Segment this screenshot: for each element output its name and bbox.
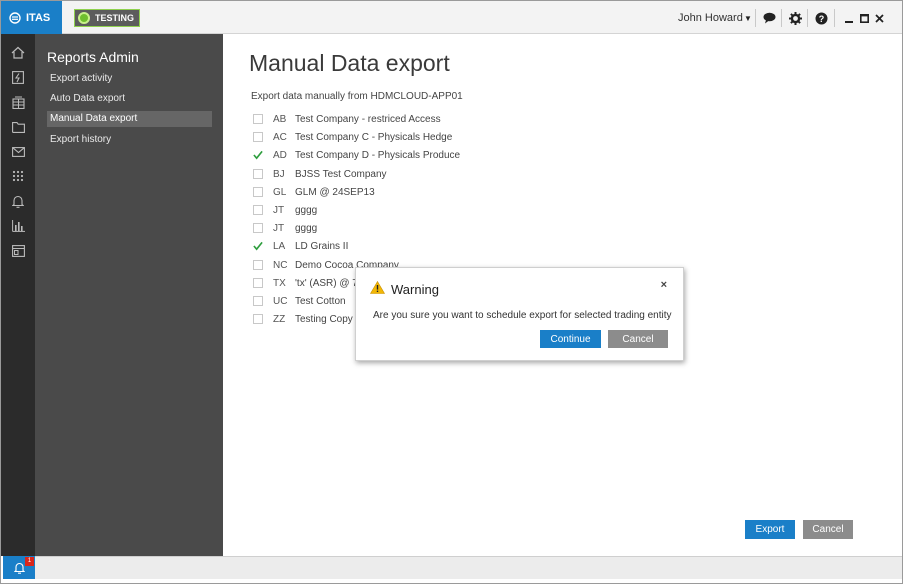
user-menu-caret-icon[interactable]: ▼	[740, 10, 756, 26]
entity-checkbox[interactable]	[253, 314, 263, 324]
warning-icon	[369, 280, 386, 297]
entity-name: Test Company - restriced Access	[295, 113, 441, 125]
home-icon[interactable]	[10, 44, 26, 60]
entity-checkbox[interactable]	[253, 114, 263, 124]
itas-logo-icon	[9, 11, 21, 24]
bell-icon[interactable]	[10, 193, 26, 209]
maximize-icon[interactable]	[856, 10, 872, 26]
entity-code: GL	[273, 186, 287, 198]
entity-name: Testing Copy	[295, 313, 353, 325]
environment-status-icon	[78, 12, 90, 24]
sidebar-item-export-history[interactable]: Export history	[47, 132, 212, 148]
brand-logo[interactable]: ITAS	[1, 1, 62, 34]
sidebar-item-manual-data-export[interactable]: Manual Data export	[47, 111, 212, 127]
export-source-label: Export data manually from HDMCLOUD-APP01	[251, 91, 463, 102]
help-icon[interactable]: ?	[813, 10, 829, 26]
entity-checkbox[interactable]	[253, 296, 263, 306]
settings-gear-icon[interactable]	[787, 10, 803, 26]
entity-code: JT	[273, 222, 285, 234]
bell-icon	[14, 562, 25, 574]
entity-row[interactable]: ZZ Testing Copy	[253, 311, 353, 327]
entity-checkbox[interactable]	[253, 278, 263, 288]
entity-row[interactable]: BJ BJSS Test Company	[253, 166, 387, 182]
svg-text:?: ?	[818, 14, 824, 24]
dialog-cancel-button[interactable]: Cancel	[608, 330, 668, 348]
dashboard-icon[interactable]	[10, 243, 26, 259]
checkmark-icon[interactable]	[253, 150, 263, 160]
sidebar-item-export-activity[interactable]: Export activity	[47, 71, 212, 87]
notification-count-badge: 1	[25, 557, 34, 566]
environment-badge: TESTING	[74, 9, 140, 27]
entity-code: TX	[273, 277, 286, 289]
entity-checkbox[interactable]	[253, 223, 263, 233]
entity-row[interactable]: UC Test Cotton	[253, 293, 346, 309]
cancel-button[interactable]: Cancel	[803, 520, 853, 539]
entity-code: ZZ	[273, 313, 286, 325]
sidebar: Reports Admin Export activity Auto Data …	[35, 34, 223, 556]
export-button[interactable]: Export	[745, 520, 795, 539]
entity-code: LA	[273, 240, 286, 252]
entity-name: gggg	[295, 204, 318, 216]
dialog-title: Warning	[391, 282, 439, 297]
checkmark-icon[interactable]	[253, 241, 263, 251]
mail-icon[interactable]	[10, 144, 26, 160]
separator	[781, 9, 782, 27]
bar-chart-icon[interactable]	[10, 218, 26, 234]
sidebar-title: Reports Admin	[47, 49, 139, 65]
entity-row[interactable]: AD Test Company D - Physicals Produce	[253, 147, 460, 163]
entity-row[interactable]: GL GLM @ 24SEP13	[253, 184, 375, 200]
page-title: Manual Data export	[249, 50, 450, 76]
lightning-icon[interactable]	[10, 69, 26, 85]
sidebar-item-auto-data-export[interactable]: Auto Data export	[47, 91, 212, 107]
entity-name: BJSS Test Company	[295, 168, 387, 180]
entity-name: Test Cotton	[295, 295, 346, 307]
entity-row[interactable]: JT gggg	[253, 220, 317, 236]
continue-button[interactable]: Continue	[540, 330, 601, 348]
entity-checkbox[interactable]	[253, 260, 263, 270]
entity-name: Test Company C - Physicals Hedge	[295, 131, 453, 143]
entity-checkbox[interactable]	[253, 169, 263, 179]
entity-checkbox[interactable]	[253, 187, 263, 197]
entity-code: AB	[273, 113, 287, 125]
icon-rail	[1, 34, 35, 556]
chat-icon[interactable]	[761, 10, 777, 26]
entity-row[interactable]: AB Test Company - restriced Access	[253, 111, 441, 127]
entity-code: AC	[273, 131, 287, 143]
building-icon[interactable]	[10, 94, 26, 110]
separator	[834, 9, 835, 27]
warning-dialog: Warning × Are you sure you want to sched…	[355, 267, 684, 361]
entity-name: 'tx' (ASR) @ 7j	[295, 277, 361, 289]
entity-row[interactable]: AC Test Company C - Physicals Hedge	[253, 129, 452, 145]
brand-name: ITAS	[26, 11, 51, 24]
entity-name: gggg	[295, 222, 318, 234]
entity-name: GLM @ 24SEP13	[295, 186, 375, 198]
dialog-message: Are you sure you want to schedule export…	[373, 310, 672, 321]
entity-name: LD Grains II	[295, 240, 349, 252]
entity-code: AD	[273, 149, 287, 161]
grid-apps-icon[interactable]	[10, 168, 26, 184]
entity-checkbox[interactable]	[253, 205, 263, 215]
folder-icon[interactable]	[10, 119, 26, 135]
entity-code: BJ	[273, 168, 285, 180]
entity-row[interactable]: TX 'tx' (ASR) @ 7j	[253, 275, 360, 291]
entity-row[interactable]: JT gggg	[253, 202, 317, 218]
entity-code: JT	[273, 204, 285, 216]
status-bar	[35, 556, 902, 579]
separator	[755, 9, 756, 27]
entity-name: Test Company D - Physicals Produce	[295, 149, 461, 161]
entity-row[interactable]: LA LD Grains II	[253, 238, 348, 254]
user-menu-name[interactable]: John Howard	[678, 12, 743, 24]
title-bar: ITAS TESTING John Howard ▼ ?	[1, 1, 902, 34]
environment-label: TESTING	[95, 13, 135, 23]
separator	[807, 9, 808, 27]
notifications-button[interactable]: 1	[3, 556, 36, 579]
close-icon[interactable]: ×	[661, 279, 667, 291]
entity-code: NC	[273, 259, 288, 271]
entity-code: UC	[273, 295, 288, 307]
close-window-icon[interactable]	[871, 10, 887, 26]
entity-checkbox[interactable]	[253, 132, 263, 142]
minimize-icon[interactable]	[841, 10, 857, 26]
app-window: ITAS TESTING John Howard ▼ ? 1 Reports A…	[0, 0, 903, 584]
